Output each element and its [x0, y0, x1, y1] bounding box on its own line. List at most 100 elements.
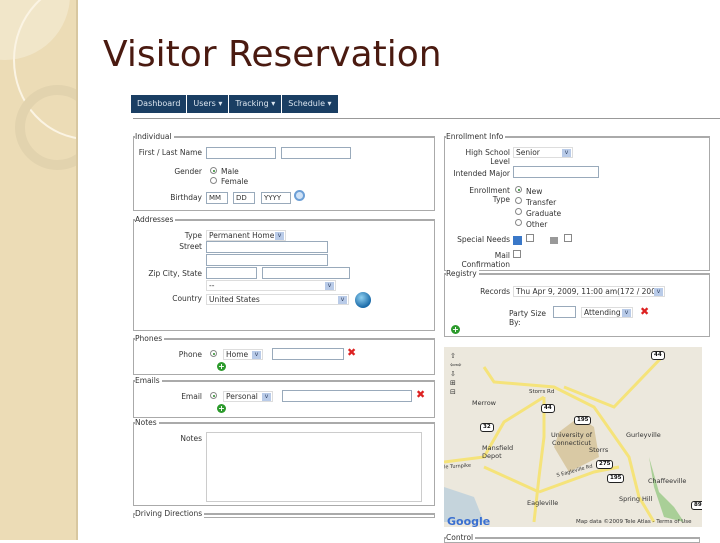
address-type-value: Permanent Home [209, 231, 275, 240]
route-shield: 44 [651, 351, 665, 360]
wheelchair-checkbox[interactable] [526, 234, 534, 242]
google-logo: Google [447, 515, 491, 527]
map-label: Storrs Rd [529, 389, 555, 395]
first-name-input[interactable] [206, 147, 276, 159]
gender-male-radio[interactable] [210, 167, 217, 174]
enrollment-section: Enrollment Info High School Level Senior… [444, 132, 710, 271]
email-input[interactable] [282, 390, 412, 402]
slide-sidebar-decoration [0, 0, 78, 540]
map-label: University of Connecticut [550, 431, 593, 447]
enrollment-type-label: Enrollment Type [469, 186, 510, 204]
notes-textarea[interactable] [206, 432, 422, 502]
section-legend: Driving Directions [135, 509, 205, 518]
map-label: Spring Hill [619, 495, 653, 503]
map-label: Storrs [589, 446, 609, 454]
map-label: Merrow [472, 399, 496, 407]
phones-section: Phones Phone Home v ✖ + [133, 334, 435, 375]
high-school-level-label: High School Level [465, 148, 510, 166]
route-shield: 275 [596, 460, 614, 469]
birthday-day-input[interactable]: DD [233, 192, 255, 204]
chevron-down-icon: v [252, 351, 261, 359]
intended-major-label: Intended Major [453, 169, 510, 178]
gender-male-label: Male [221, 167, 239, 176]
enrollment-new-radio[interactable] [515, 186, 522, 193]
zip-city-state-label: Zip City, State [148, 269, 202, 278]
mail-confirmation-checkbox[interactable] [513, 250, 521, 258]
chevron-down-icon: v [562, 149, 571, 157]
add-icon[interactable]: + [217, 362, 226, 371]
city-input[interactable] [262, 267, 350, 279]
delete-icon[interactable]: ✖ [640, 305, 649, 318]
registry-section: Registry Records Thu Apr 9, 2009, 11:00 … [444, 269, 710, 337]
state-select[interactable]: -- v [206, 280, 336, 291]
nav-schedule[interactable]: Schedule ▾ [282, 95, 339, 113]
records-value: Thu Apr 9, 2009, 11:00 am(172 / 200) [516, 287, 659, 296]
section-legend: Control [446, 533, 476, 542]
country-label: Country [172, 294, 202, 303]
nav-users[interactable]: Users ▾ [187, 95, 230, 113]
email-primary-radio[interactable] [210, 392, 217, 399]
email-label: Email [181, 392, 202, 401]
chevron-down-icon: v [338, 296, 347, 304]
enrollment-option-label: New [526, 187, 543, 196]
records-select[interactable]: Thu Apr 9, 2009, 11:00 am(172 / 200) v [513, 286, 665, 297]
address-type-select[interactable]: Permanent Home v [206, 230, 286, 241]
high-school-level-value: Senior [516, 148, 540, 157]
email-type-select[interactable]: Personal v [223, 391, 273, 402]
globe-icon[interactable] [355, 292, 371, 308]
high-school-level-select[interactable]: Senior v [513, 147, 573, 158]
name-label: First / Last Name [138, 148, 202, 157]
add-icon[interactable]: + [451, 325, 460, 334]
state-value: -- [209, 281, 215, 290]
map-label: Chaffeeville [648, 477, 687, 485]
enrollment-option-label: Graduate [526, 209, 562, 218]
enrollment-other-radio[interactable] [515, 219, 522, 226]
zip-input[interactable] [206, 267, 257, 279]
nav-dashboard[interactable]: Dashboard [131, 95, 188, 113]
nav-bar: Dashboard Users ▾ Tracking ▾ Schedule ▾ [131, 95, 339, 113]
birthday-month-input[interactable]: MM [206, 192, 228, 204]
section-legend: Addresses [135, 215, 176, 224]
gender-female-radio[interactable] [210, 177, 217, 184]
chevron-down-icon: v [275, 232, 284, 240]
enrollment-graduate-radio[interactable] [515, 208, 522, 215]
map[interactable]: ⇧ ⇦⇨ ⇩ ⊞ ⊟ Merrow Gurleyville University of … [444, 347, 702, 527]
birthday-year-input[interactable]: YYYY [261, 192, 291, 204]
party-size-input[interactable] [553, 306, 576, 318]
addresses-section: Addresses Type Permanent Home v Street Zi… [133, 215, 435, 331]
enrollment-transfer-radio[interactable] [515, 197, 522, 204]
phone-input[interactable] [272, 348, 344, 360]
gender-label: Gender [174, 167, 202, 176]
country-select[interactable]: United States v [206, 294, 349, 305]
mail-confirmation-label: Mail Confirmation [461, 251, 510, 269]
map-label: Gurleyville [626, 431, 661, 439]
intended-major-input[interactable] [513, 166, 599, 178]
address-type-label: Type [184, 231, 202, 240]
section-legend: Phones [135, 334, 165, 343]
magnifier-icon[interactable] [294, 190, 305, 201]
map-label: Eagleville [527, 499, 559, 507]
delete-icon[interactable]: ✖ [347, 346, 356, 359]
chevron-down-icon: v [654, 288, 663, 296]
section-legend: Registry [446, 269, 479, 278]
special-needs-label: Special Needs [457, 235, 510, 244]
street-input-1[interactable] [206, 241, 328, 253]
phone-primary-radio[interactable] [210, 350, 217, 357]
party-size-label: Party Size By: [509, 309, 547, 327]
add-icon[interactable]: + [217, 404, 226, 413]
phone-type-select[interactable]: Home v [223, 349, 263, 360]
route-shield: 44 [541, 404, 555, 413]
country-value: United States [209, 295, 260, 304]
attending-select[interactable]: Attending v [581, 307, 633, 318]
wheelchair-icon [513, 236, 522, 245]
hearing-checkbox[interactable] [564, 234, 572, 242]
delete-icon[interactable]: ✖ [416, 388, 425, 401]
nav-tracking[interactable]: Tracking ▾ [229, 95, 283, 113]
last-name-input[interactable] [281, 147, 351, 159]
section-legend: Emails [135, 376, 162, 385]
map-attribution[interactable]: Map data ©2009 Tele Atlas - Terms of Use [576, 519, 692, 525]
map-pan-zoom-controls[interactable]: ⇧ ⇦⇨ ⇩ ⊞ ⊟ [450, 352, 462, 397]
email-type-value: Personal [226, 392, 258, 401]
section-legend: Individual [135, 132, 174, 141]
street-input-2[interactable] [206, 254, 328, 266]
